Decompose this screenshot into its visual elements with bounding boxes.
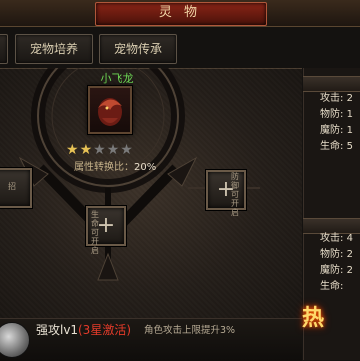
stat-hp-1: 生命: 5 — [320, 141, 353, 152]
star-rating: ★★★★★ — [66, 143, 134, 157]
attack-slot-label: 招 — [8, 182, 16, 191]
promo-logo: 热 — [302, 305, 325, 331]
defense-slot-label: 防 御 可 开 启 — [231, 172, 239, 217]
skill-description: 角色攻击上限提升3% — [144, 325, 236, 336]
stats-header-1 — [303, 76, 360, 92]
window-title: 灵 物 — [158, 5, 202, 20]
conversion-value: 20% — [134, 162, 157, 173]
star-empty-icon: ★ — [106, 142, 121, 158]
pet-portrait[interactable] — [88, 86, 132, 134]
dragon-icon — [98, 98, 122, 126]
stat-hp-2: 生命: — [320, 281, 344, 292]
tab-pet-cultivate[interactable]: 宠物培养 — [15, 34, 93, 64]
stat-attack-2: 攻击: 4 — [320, 233, 353, 244]
compass-ornament — [0, 68, 260, 281]
stat-attack-1: 攻击: 2 — [320, 93, 353, 104]
stat-mdef-1: 魔防: 1 — [320, 125, 353, 136]
stat-pdef-2: 物防: 2 — [320, 249, 353, 260]
star-filled-icon: ★ — [79, 142, 94, 158]
star-filled-icon: ★ — [66, 142, 80, 158]
conversion-label: 属性转换比： — [74, 162, 134, 173]
star-empty-icon: ★ — [120, 142, 134, 158]
stat-pdef-1: 物防: 1 — [320, 109, 353, 120]
conversion-ratio: 属性转换比：20% — [74, 158, 156, 173]
pet-name: 小飞龙 — [100, 72, 134, 85]
skill-name: 强攻lv1 — [36, 323, 79, 337]
stat-mdef-2: 魔防: 2 — [320, 265, 353, 276]
tab-pet-inherit[interactable]: 宠物传承 — [99, 34, 177, 64]
life-slot-label: 生 命 可 开 启 — [91, 210, 99, 255]
star-empty-icon: ★ — [93, 142, 107, 158]
tab-partial-left[interactable] — [0, 34, 8, 64]
skill-condition: (3星激活) — [78, 323, 131, 337]
